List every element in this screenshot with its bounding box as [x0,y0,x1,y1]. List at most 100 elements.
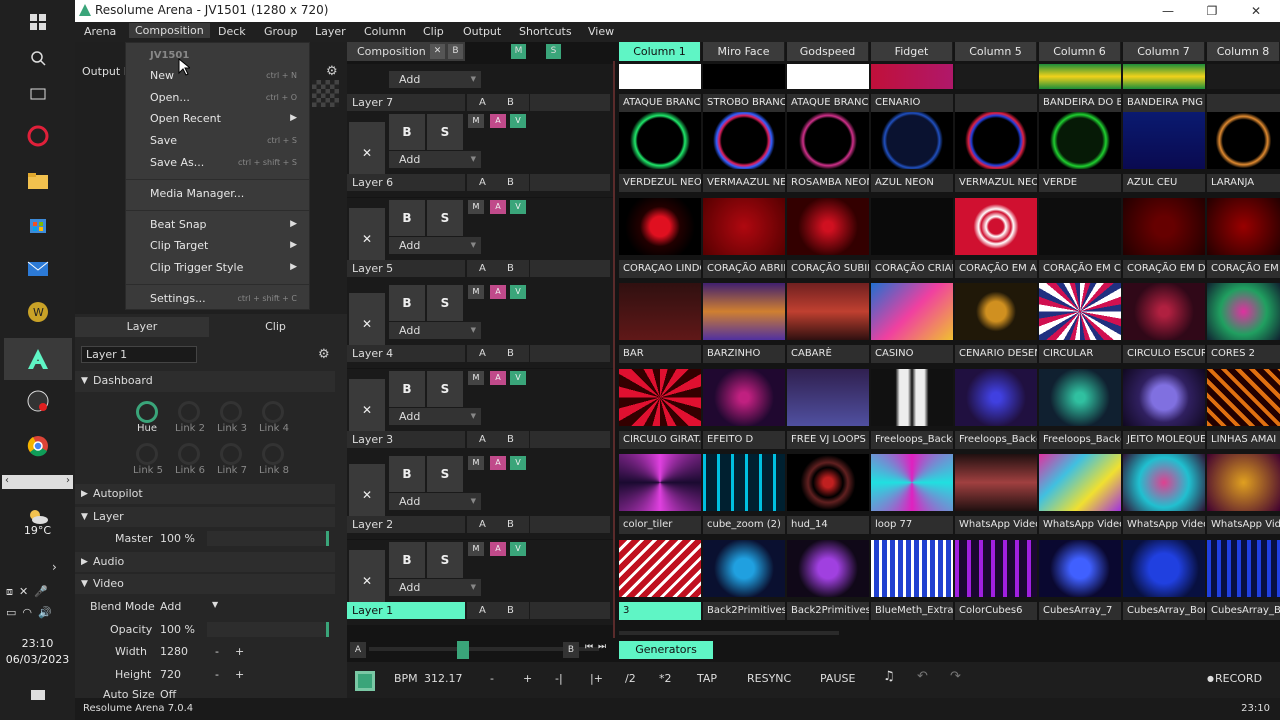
width-minus-button[interactable]: - [215,645,219,658]
layer-video-button[interactable]: V [510,114,526,128]
clip-slot[interactable]: CORAÇÃO CRIAD... [871,198,953,283]
layer-b-button[interactable]: B [507,345,514,362]
layer-mask-button[interactable]: M [468,285,484,299]
clip-thumbnail[interactable] [1123,369,1205,426]
layer-video-button[interactable]: V [510,371,526,385]
layer-opacity-slider[interactable] [530,94,610,111]
menu-column[interactable]: Column [364,25,406,38]
pause-button[interactable]: PAUSE [820,672,855,685]
clip-thumbnail[interactable] [1039,283,1121,340]
height-value[interactable]: 720 [160,668,181,681]
bpm-value[interactable]: 312.17 [424,672,463,685]
clip-thumbnail[interactable] [619,112,701,169]
layer-solo-button[interactable]: S [427,456,463,492]
taskbar-date[interactable]: 06/03/2023 [0,653,75,666]
minimize-button[interactable]: — [1146,0,1190,22]
clip-slot[interactable]: JEITO MOLEQUE ... [1123,369,1205,454]
skip-forward-icon[interactable]: ⏭ [598,642,606,652]
clip-thumbnail[interactable] [871,283,953,340]
clip-slot[interactable]: CENARIO [871,64,953,117]
layer-add-effect-dropdown[interactable]: Add ▼ [389,493,481,510]
column-header-5[interactable]: Column 5 [955,42,1037,61]
layer-solo-button[interactable]: S [427,200,463,236]
clip-slot[interactable] [955,64,1037,117]
tap-button[interactable]: TAP [697,672,717,685]
clip-slot[interactable]: CABARÈ [787,283,869,368]
column-header-6[interactable]: Column 6 [1039,42,1121,61]
column-header-3[interactable]: Godspeed [787,42,869,61]
opacity-slider[interactable] [207,622,329,637]
clip-slot[interactable]: Back2Primitives_4 [787,540,869,625]
clip-slot[interactable]: EFEITO D [703,369,785,454]
clip-thumbnail[interactable] [1123,198,1205,255]
clip-slot[interactable]: CORES 2 [1207,283,1280,368]
clip-thumbnail[interactable] [787,198,869,255]
autosize-value[interactable]: Off [160,688,176,698]
layer-audio-button[interactable]: A [490,371,506,385]
menu-deck[interactable]: Deck [218,25,246,38]
blend-mode-dropdown-icon[interactable]: ▼ [212,600,218,609]
clip-thumbnail[interactable] [703,369,785,426]
clip-slot[interactable]: CORAÇÃO EM [1207,198,1280,283]
clip-thumbnail[interactable] [1123,283,1205,340]
layer-a-button[interactable]: A [479,516,486,533]
clip-thumbnail[interactable] [1123,64,1205,89]
layer-a-button[interactable]: A [479,174,486,191]
menu-composition[interactable]: Composition [129,23,210,38]
menu-shortcuts[interactable]: Shortcuts [519,25,572,38]
clip-thumbnail[interactable] [1039,369,1121,426]
clip-thumbnail[interactable] [871,198,953,255]
clip-thumbnail[interactable] [1123,112,1205,169]
clip-thumbnail[interactable] [955,540,1037,597]
clip-thumbnail[interactable] [619,64,701,89]
layer-a-button[interactable]: A [479,431,486,448]
clip-slot[interactable]: AZUL NEON [871,112,953,197]
clip-thumbnail[interactable] [703,540,785,597]
tray-icons-row-1[interactable]: ⧈✕🎤 [6,585,70,599]
composition-clear-button[interactable]: ✕ [430,44,445,59]
layer-mask-button[interactable]: M [468,542,484,556]
file-explorer-icon[interactable] [20,165,56,197]
layer-b-button[interactable]: B [507,260,514,277]
menu-item-media-manager[interactable]: Media Manager... [150,187,244,200]
menu-item-clip-trigger-style[interactable]: Clip Trigger Style [150,261,243,274]
link-7-knob[interactable] [220,443,242,465]
layer-video-button[interactable]: V [510,542,526,556]
layer-b-button[interactable]: B [507,602,514,619]
link-3-knob[interactable] [220,401,242,423]
clip-thumbnail[interactable] [787,454,869,511]
undo-icon[interactable]: ↶ [917,669,928,684]
restore-button[interactable]: ❐ [1190,0,1234,22]
menu-item-new[interactable]: New [150,69,174,82]
clip-slot[interactable]: CENARIO DESENHO [955,283,1037,368]
mail-icon[interactable] [20,253,56,285]
clip-slot[interactable]: VERMAZUL NEON [955,112,1037,197]
clip-thumbnail[interactable] [1039,112,1121,169]
layer-add-effect-dropdown[interactable]: Add ▼ [389,71,481,88]
autopilot-section[interactable]: ▶ Autopilot [75,484,335,504]
clip-thumbnail[interactable] [955,369,1037,426]
clip-slot[interactable]: CIRCULO ESCURO [1123,283,1205,368]
layer-name-3[interactable]: Layer 3 [347,431,465,448]
column-header-7[interactable]: Column 7 [1123,42,1205,61]
layer-add-effect-dropdown[interactable]: Add ▼ [389,151,481,168]
clip-slot[interactable]: BAR [619,283,701,368]
tab-layer[interactable]: Layer [75,317,209,337]
clip-thumbnail[interactable] [1207,369,1280,426]
clip-thumbnail[interactable] [619,198,701,255]
menu-item-beat-snap[interactable]: Beat Snap [150,218,207,231]
composition-solo-button[interactable]: S [546,44,561,59]
layer-settings-gear-icon[interactable]: ⚙ [318,347,330,362]
layer-bypass-button[interactable]: B [389,456,425,492]
clip-thumbnail[interactable] [1123,540,1205,597]
clip-thumbnail[interactable] [1039,64,1121,89]
link-8-knob[interactable] [262,443,284,465]
layer-a-button[interactable]: A [479,345,486,362]
menu-item-save-as[interactable]: Save As... [150,156,204,169]
layer-audio-button[interactable]: A [490,114,506,128]
clip-thumbnail[interactable] [619,454,701,511]
clip-thumbnail[interactable] [1207,283,1280,340]
clip-slot[interactable]: VERMAAZUL NEON [703,112,785,197]
layer-b-button[interactable]: B [507,174,514,191]
link-2-knob[interactable] [178,401,200,423]
